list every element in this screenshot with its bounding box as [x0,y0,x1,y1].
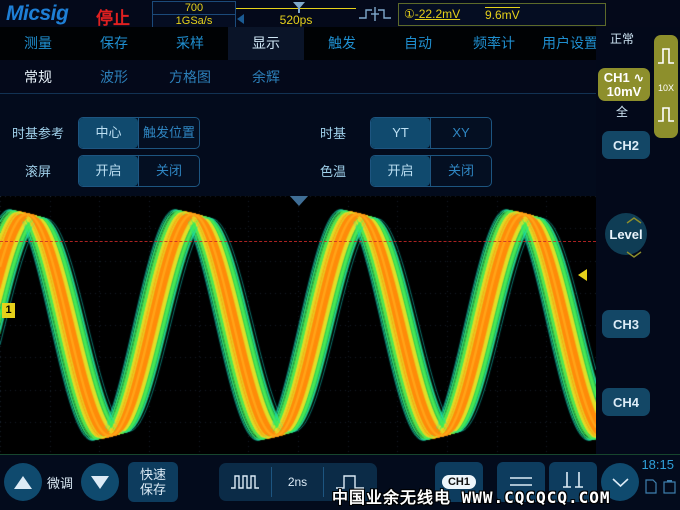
trigger-channel-symbol: ① [404,7,415,21]
fine-adjust-label: 微调 [47,473,73,492]
timebase-position-bar[interactable]: 520ps [236,1,356,26]
trigger-level-line [0,241,596,242]
trigger-level-value: -22.2mV [415,7,460,21]
channel-ch2-name: CH2 [613,138,639,153]
timebase-zoom-out-button[interactable] [219,463,271,501]
setting-label-timebase-ref: 时基参考 [12,123,64,142]
menu-item-display[interactable]: 显示 [228,27,304,60]
waveform-canvas[interactable] [0,196,596,454]
memory-depth-value: 700 [153,2,235,15]
menu-item-save[interactable]: 保存 [76,27,152,60]
triangle-up-icon [14,476,32,489]
display-settings-panel: 时基参考 中心 触发位置 滚屏 开启 关闭 时基 YT XY 色温 开启 关闭 [0,94,608,196]
trigger-level-knob[interactable]: Level [605,213,647,255]
channel-ch3-name: CH3 [613,317,639,332]
segmented-timebase-ref: 中心 触发位置 [78,117,200,149]
option-color-temp-on[interactable]: 开启 [371,156,430,186]
sample-rate-value: 1GSa/s [153,15,235,27]
trigger-level-arrow-icon[interactable] [578,269,587,281]
option-timebase-ref-trigger[interactable]: 触发位置 [139,118,199,148]
submenu-item-general[interactable]: 常规 [0,60,76,94]
menu-item-counter[interactable]: 频率计 [456,27,532,60]
pulse-rising-icon[interactable] [657,45,675,67]
fine-adjust-down-button[interactable] [81,463,119,501]
probe-attenuation-control[interactable]: 10X [654,35,678,138]
option-timebase-yt[interactable]: YT [371,118,430,148]
multi-pulse-icon [230,473,260,491]
trigger-level-knob-label: Level [609,227,642,242]
channel-ch1-name: CH1 [604,70,630,85]
submenu-item-persistence[interactable]: 余辉 [228,60,304,94]
triangle-down-icon [91,476,109,489]
channel-ch4-name: CH4 [613,395,639,410]
channel-ch1-name-row: CH1 ∿ [604,71,645,85]
option-color-temp-off[interactable]: 关闭 [431,156,491,186]
trigger-position-icon[interactable] [289,196,309,206]
timebase-value[interactable]: 2ns [272,463,323,501]
oscilloscope-screen: Micsig 停止 700 1GSa/s 520ps ①-22.2mV 9.6m… [0,0,680,510]
setting-label-timebase-mode: 时基 [320,123,346,142]
chevron-down-icon [612,478,629,487]
display-submenu-bar: 常规 波形 方格图 余辉 [0,60,608,94]
menu-item-trigger[interactable]: 触发 [304,27,380,60]
file-icon[interactable] [645,479,657,494]
option-roll-off[interactable]: 关闭 [139,156,199,186]
channel-ch1-scale: 10mV [607,85,642,99]
menu-item-acquire[interactable]: 采样 [152,27,228,60]
channel-1-ground-marker[interactable]: 1 [2,303,15,318]
submenu-item-graticule[interactable]: 方格图 [152,60,228,94]
acquisition-info[interactable]: 700 1GSa/s [152,1,236,28]
trigger-info-box[interactable]: ①-22.2mV 9.6mV [398,3,606,26]
coupling-symbol-icon: ∿ [633,70,644,85]
fine-adjust-up-button[interactable] [4,463,42,501]
submenu-item-waveform[interactable]: 波形 [76,60,152,94]
coupling-label[interactable]: 全 [600,103,644,120]
menu-item-auto[interactable]: 自动 [380,27,456,60]
run-state-label[interactable]: 停止 [96,4,130,29]
watermark-text: 中国业余无线电 WWW.CQCQCQ.COM [332,484,611,508]
quick-save-button[interactable]: 快速 保存 [128,462,178,502]
timebase-position-value: 520ps [236,13,356,27]
option-timebase-xy[interactable]: XY [431,118,491,148]
quick-save-line2: 保存 [140,482,166,497]
pulse-square-icon[interactable] [657,103,675,125]
channel-button-ch1[interactable]: CH1 ∿ 10mV [598,68,650,101]
channel-button-ch2[interactable]: CH2 [602,131,650,159]
trigger-mode-label[interactable]: 正常 [600,30,644,47]
probe-ratio-label: 10X [654,83,678,93]
option-timebase-ref-center[interactable]: 中心 [79,118,138,148]
waveform-display[interactable]: 1 [0,196,596,454]
trigger-level-group: ①-22.2mV [404,7,460,21]
battery-icon[interactable] [663,479,676,494]
main-menu-bar: 测量 保存 采样 显示 触发 自动 频率计 用户设置 [0,27,608,60]
option-roll-on[interactable]: 开启 [79,156,138,186]
right-sidebar: 正常 CH1 ∿ 10mV 全 10X CH2 Level CH3 CH4 [596,27,680,454]
setting-label-color-temp: 色温 [320,161,346,180]
channel-button-ch4[interactable]: CH4 [602,388,650,416]
top-status-bar: Micsig 停止 700 1GSa/s 520ps ①-22.2mV 9.6m… [0,0,680,27]
trigger-edge-icon[interactable] [358,6,392,22]
setting-label-roll: 滚屏 [25,161,51,180]
quick-save-line1: 快速 [140,467,166,482]
segmented-timebase-mode: YT XY [370,117,492,149]
channel-button-ch3[interactable]: CH3 [602,310,650,338]
trigger-secondary-value: 9.6mV [485,7,520,22]
brand-logo: Micsig [6,2,68,26]
menu-item-measure[interactable]: 测量 [0,27,76,60]
segmented-color-temp: 开启 关闭 [370,155,492,187]
system-clock: 18:15 [641,457,674,472]
segmented-roll: 开启 关闭 [78,155,200,187]
